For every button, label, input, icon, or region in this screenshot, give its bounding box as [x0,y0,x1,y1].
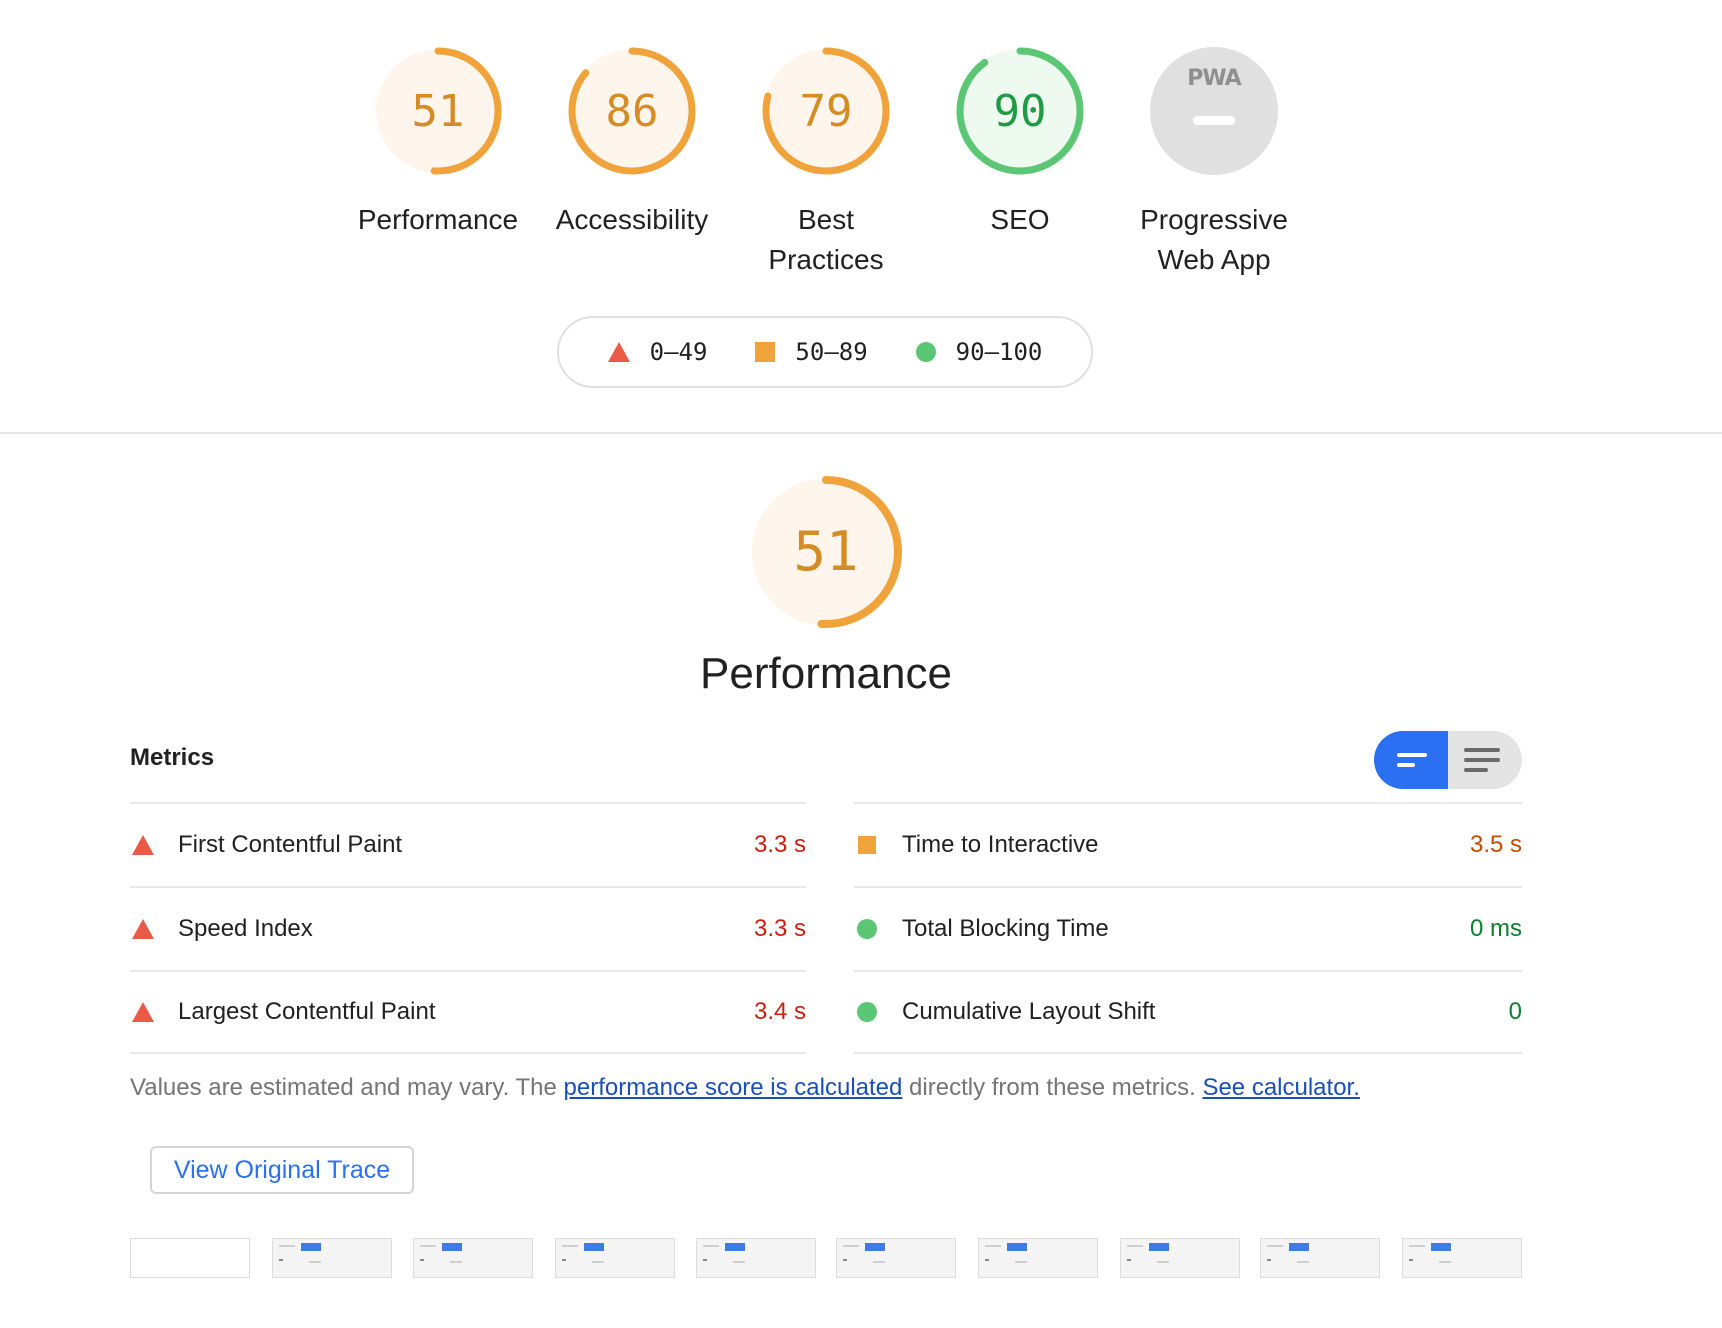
gauge-label: SEO [990,204,1050,235]
average-square-icon [856,836,878,854]
metric-name: Speed Index [178,915,313,942]
metric-name: Total Blocking Time [902,915,1109,942]
metric-name: Largest Contentful Paint [178,998,436,1025]
see-calculator-link[interactable]: See calculator. [1202,1074,1359,1101]
metric-name: Cumulative Layout Shift [902,998,1156,1025]
gauge-ring [1150,47,1278,175]
metric-row[interactable]: Time to Interactive 3.5 s [854,802,1522,886]
metric-value: 0 [1508,998,1522,1025]
lines-icon [1464,768,1488,772]
legend-fail-range: 0–49 [649,338,708,366]
legend-pass: 90–100 [915,338,1043,366]
lines-icon [1464,748,1500,752]
metrics-note: Values are estimated and may vary. The p… [130,1074,1360,1102]
gauge-performance[interactable]: 51 Performance [338,44,538,240]
filmstrip-frame [555,1238,675,1278]
fail-triangle-icon [132,835,154,855]
gauge-accessibility[interactable]: 86 Accessibility [532,44,732,240]
metrics-view-toggle[interactable] [1374,731,1522,789]
gauge-pwa[interactable]: PWA Progressive Web App [1114,44,1314,280]
metric-row[interactable]: First Contentful Paint 3.3 s [130,802,806,886]
gauge-label-line: Web App [1157,244,1271,275]
lines-icon [1464,758,1500,762]
filmstrip-frame [978,1238,1098,1278]
performance-title: Performance [700,649,952,698]
gauge-score: 90 [993,86,1047,137]
metrics-right-column: Time to Interactive 3.5 s Total Blocking… [854,802,1522,1054]
filmstrip-frame [836,1238,956,1278]
filmstrip-frame [1120,1238,1240,1278]
pwa-icon: PWA [1187,66,1241,91]
filmstrip-frame [1260,1238,1380,1278]
category-gauges: 51 Performance 86 Accessibility 79 Best … [0,0,1722,300]
gauge-score: 51 [411,86,465,137]
filmstrip-frame [272,1238,392,1278]
gauge-score: 86 [605,86,659,137]
filmstrip-frame [696,1238,816,1278]
filmstrip-frame [1402,1238,1522,1278]
gauge-label: Progressive Web App [1114,200,1314,280]
metric-row[interactable]: Largest Contentful Paint 3.4 s [130,970,806,1054]
toggle-summary-button[interactable] [1374,731,1448,789]
legend-average-range: 50–89 [795,338,868,366]
metric-name: First Contentful Paint [178,831,403,858]
pwa-dash-icon [1193,116,1235,125]
pass-circle-icon [856,919,878,939]
metrics-left-column: First Contentful Paint 3.3 s Speed Index… [130,802,806,1054]
legend-pass-range: 90–100 [955,338,1043,366]
metric-name: Time to Interactive [902,831,1099,858]
gauge-label-line: Practices [768,244,884,275]
gauge-label: Best Practices [726,200,926,280]
filmstrip-frame [413,1238,533,1278]
gauge-label: Accessibility [555,204,709,235]
pass-circle-icon [856,1002,878,1022]
section-divider [0,432,1722,434]
filmstrip-frame [130,1238,250,1278]
toggle-expanded-button[interactable] [1448,731,1522,789]
note-middle: directly from these metrics. [902,1074,1203,1101]
filmstrip [130,1238,1522,1280]
metric-value: 3.4 s [753,998,806,1025]
gauge-label-line: Progressive [1140,204,1288,235]
metric-value: 3.5 s [1469,831,1522,858]
lines-icon [1397,753,1427,757]
gauge-score: 79 [799,86,853,137]
gauge-label: Performance [357,204,519,235]
metric-row[interactable]: Total Blocking Time 0 ms [854,886,1522,970]
legend-average: 50–89 [755,338,868,366]
lines-icon [1397,763,1415,767]
metrics-heading: Metrics [130,744,215,771]
metric-value: 3.3 s [753,915,806,942]
note-prefix: Values are estimated and may vary. The [130,1074,564,1101]
performance-score: 51 [793,520,859,583]
fail-triangle-icon [132,919,154,939]
metric-value: 0 ms [1469,915,1522,942]
fail-triangle-icon [132,1002,154,1022]
square-icon [755,342,776,362]
gauge-best-practices[interactable]: 79 Best Practices [726,44,926,280]
triangle-icon [607,342,630,362]
view-original-trace-button[interactable]: View Original Trace [150,1146,414,1194]
circle-icon [915,342,936,362]
score-calculation-link[interactable]: performance score is calculated [564,1074,903,1101]
gauge-label-line: Best [797,204,855,235]
metric-row[interactable]: Cumulative Layout Shift 0 [854,970,1522,1054]
performance-gauge: 51 [746,472,906,632]
gauge-seo[interactable]: 90 SEO [920,44,1120,240]
metric-value: 3.3 s [753,831,806,858]
metric-row[interactable]: Speed Index 3.3 s [130,886,806,970]
score-legend: 0–49 50–89 90–100 [557,316,1093,388]
legend-fail: 0–49 [607,338,708,366]
